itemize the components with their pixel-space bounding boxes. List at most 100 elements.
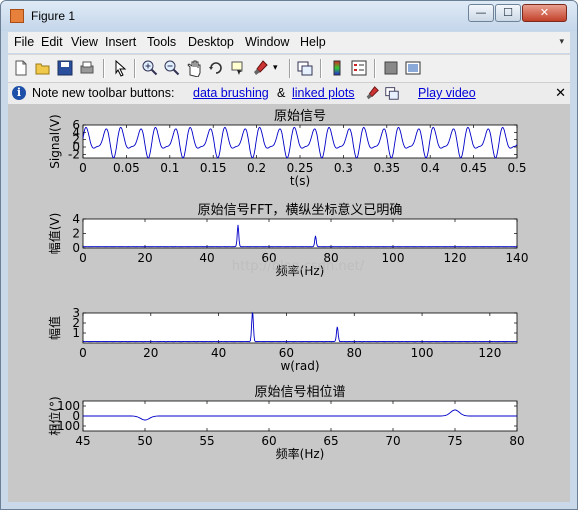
matlab-app-icon	[10, 9, 24, 23]
x-tick-label: 40	[211, 346, 226, 360]
close-icon: ✕	[539, 6, 550, 19]
x-tick-label: 0.3	[334, 161, 353, 175]
show-plot-tools-icon[interactable]	[404, 59, 422, 77]
close-icon[interactable]: ✕	[555, 85, 566, 101]
close-button[interactable]: ✕	[522, 4, 567, 22]
x-tick-label: 50	[137, 434, 152, 448]
maximize-button[interactable]: ☐	[495, 4, 521, 22]
save-icon[interactable]	[56, 59, 74, 77]
x-tick-label: 120	[478, 346, 501, 360]
x-tick-label: 65	[323, 434, 338, 448]
menu-insert[interactable]: Insert	[105, 35, 136, 49]
y-tick-label: 2	[72, 227, 80, 241]
axes-4: 45 50 55 60 65 70 75 80-1000100原始信号相位谱频率(Hz)相位(…	[47, 385, 525, 461]
x-tick-label: 140	[506, 251, 529, 265]
x-tick-label: 60	[279, 346, 294, 360]
figure-canvas: 0 0.05 0.1 0.15 0.2 0.25 0.3 0.35 0.4 0.45 0.5 -2 0 2…	[8, 104, 570, 502]
menu-edit[interactable]: Edit	[41, 35, 63, 49]
print-icon[interactable]	[78, 59, 96, 77]
x-tick-label: 55	[199, 434, 214, 448]
x-tick-label: 0	[79, 346, 87, 360]
menu-file[interactable]: File	[14, 35, 34, 49]
x-tick-label: 45	[75, 434, 90, 448]
pointer-icon[interactable]	[111, 59, 129, 77]
menu-desktop[interactable]: Desktop	[188, 35, 234, 49]
axes-title: 原始信号FFT，横纵坐标意义已明确	[198, 202, 403, 218]
brush-icon[interactable]	[251, 59, 269, 77]
axes-title: 原始信号相位谱	[254, 385, 345, 400]
y-tick-label: 6	[72, 118, 80, 132]
x-tick-label: 0.35	[373, 161, 400, 175]
x-tick-label: 0.2	[247, 161, 266, 175]
info-amp: &	[277, 86, 286, 100]
y-tick-label: 0	[72, 241, 80, 255]
x-tick-label: 120	[444, 251, 467, 265]
axes-1: 0 0.05 0.1 0.15 0.2 0.25 0.3 0.35 0.4 0.45 0.5-202…	[48, 109, 527, 188]
menu-view[interactable]: View	[71, 35, 98, 49]
axes-box	[82, 124, 518, 159]
x-tick-label: 80	[509, 434, 524, 448]
colorbar-icon[interactable]	[328, 59, 346, 77]
pan-icon[interactable]	[185, 59, 203, 77]
figure-toolbar: ▾	[8, 54, 570, 82]
x-tick-label: 0.15	[200, 161, 227, 175]
title-bar[interactable]: Figure 1 — ☐ ✕	[1, 1, 577, 31]
x-tick-label: 0	[79, 251, 87, 265]
toolbar-separator	[134, 59, 136, 78]
y-tick-label: 4	[72, 212, 80, 226]
x-tick-label: 0.5	[507, 161, 526, 175]
x-tick-label: 70	[385, 434, 400, 448]
axes-3: 0 20 40 60 80 100 120123w(rad)幅值	[47, 306, 518, 373]
x-tick-label: 40	[199, 251, 214, 265]
y-axis-label: Signal(V)	[48, 114, 62, 168]
minimize-icon: —	[475, 6, 487, 19]
open-file-icon[interactable]	[34, 59, 52, 77]
y-axis-label: 幅值(V)	[47, 213, 62, 255]
window-title: Figure 1	[31, 9, 76, 23]
menu-bar: File Edit View Insert Tools Desktop Wind…	[8, 32, 570, 53]
y-tick-label: 3	[72, 306, 80, 320]
new-figure-icon[interactable]	[12, 59, 30, 77]
figure-window: Figure 1 — ☐ ✕ File Edit View Insert Too…	[0, 0, 578, 510]
play-video-link[interactable]: Play video	[418, 86, 476, 100]
info-text: Note new toolbar buttons:	[32, 86, 175, 100]
link-plot-icon	[385, 87, 399, 100]
data-brushing-link[interactable]: data brushing	[193, 86, 269, 100]
legend-icon[interactable]	[350, 59, 368, 77]
menu-window[interactable]: Window	[245, 35, 289, 49]
link-plot-icon[interactable]	[296, 59, 314, 77]
x-tick-label: 0.4	[421, 161, 440, 175]
rotate-3d-icon[interactable]	[207, 59, 225, 77]
linked-plots-link[interactable]: linked plots	[292, 86, 355, 100]
data-cursor-icon[interactable]	[229, 59, 247, 77]
x-axis-label: t(s)	[290, 174, 310, 188]
zoom-out-icon[interactable]	[163, 59, 181, 77]
maximize-icon: ☐	[503, 6, 513, 19]
axes-title: 原始信号	[274, 109, 326, 124]
x-tick-label: 0.1	[160, 161, 179, 175]
x-tick-label: 20	[143, 346, 158, 360]
menubar-expand-icon[interactable]: ▾	[559, 36, 564, 47]
hide-plot-tools-icon[interactable]	[382, 59, 400, 77]
toolbar-separator	[103, 59, 105, 78]
x-tick-label: 100	[382, 251, 405, 265]
watermark-text: http://blog.csdn.net/	[232, 259, 365, 274]
info-bar: i Note new toolbar buttons: data brushin…	[8, 82, 570, 105]
zoom-in-icon[interactable]	[141, 59, 159, 77]
x-tick-label: 0	[79, 161, 87, 175]
x-tick-label: 20	[137, 251, 152, 265]
x-axis-label: 频率(Hz)	[276, 446, 325, 461]
x-tick-label: 60	[261, 434, 276, 448]
y-axis-label: 幅值	[47, 316, 62, 340]
y-axis-label: 相位(°)	[47, 396, 62, 435]
brush-icon	[366, 86, 379, 100]
menu-tools[interactable]: Tools	[147, 35, 176, 49]
x-tick-label: 0.45	[460, 161, 487, 175]
menu-help[interactable]: Help	[300, 35, 326, 49]
minimize-button[interactable]: —	[468, 4, 494, 22]
toolbar-separator	[289, 59, 291, 78]
plot-canvas: 0 0.05 0.1 0.15 0.2 0.25 0.3 0.35 0.4 0.45 0.5-202…	[47, 109, 529, 461]
x-tick-label: 80	[347, 346, 362, 360]
x-tick-label: 0.25	[287, 161, 314, 175]
x-tick-label: 75	[447, 434, 462, 448]
